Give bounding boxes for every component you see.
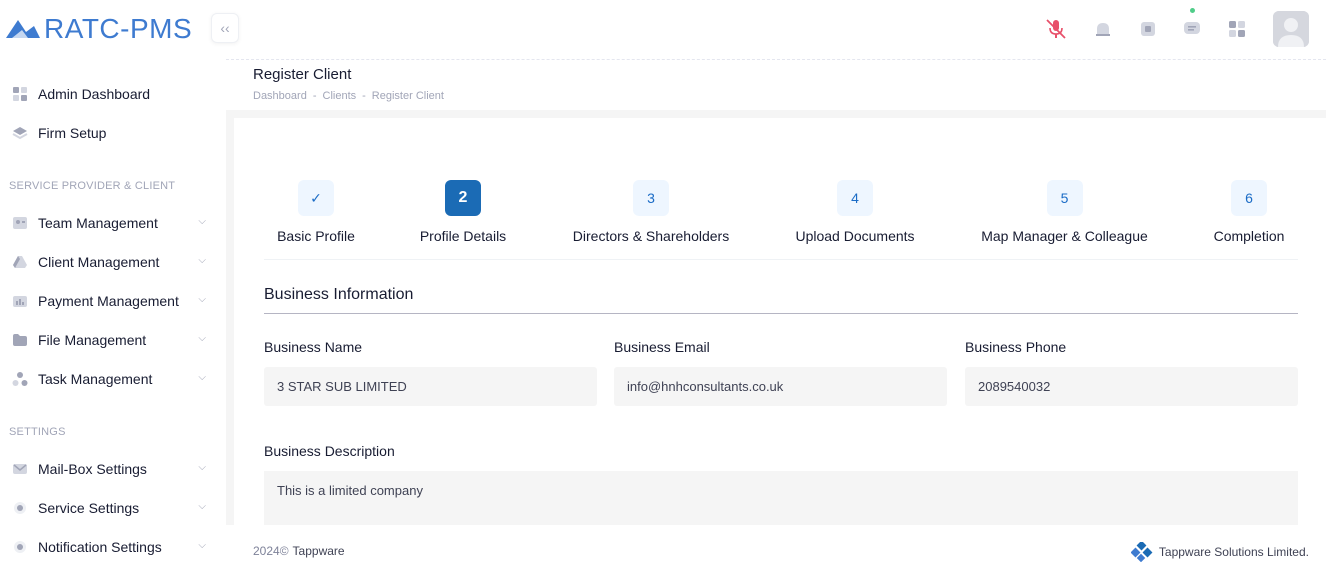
apps-square-icon[interactable] bbox=[1136, 17, 1160, 41]
business-name-label: Business Name bbox=[264, 339, 363, 355]
sidebar-item-label: Mail-Box Settings bbox=[38, 461, 147, 477]
page-title: Register Client bbox=[253, 66, 352, 83]
chevron-down-icon: ⌵ bbox=[198, 333, 206, 344]
section-heading: Business Information bbox=[264, 286, 414, 303]
step-completion[interactable]: 6 Completion bbox=[1211, 180, 1287, 244]
sidebar-item-label: Admin Dashboard bbox=[38, 86, 151, 102]
payment-icon bbox=[12, 293, 28, 309]
step-number: 6 bbox=[1231, 180, 1267, 216]
footer-company[interactable]: Tappware Solutions Limited. bbox=[1130, 542, 1309, 562]
step-number: 2 bbox=[445, 180, 481, 216]
business-description-field[interactable]: This is a limited company bbox=[264, 471, 1298, 525]
sidebar-item-label: Team Management bbox=[38, 215, 158, 231]
section-divider bbox=[264, 313, 1298, 314]
drive-icon bbox=[12, 254, 28, 270]
breadcrumb-separator: - bbox=[362, 90, 366, 102]
sidebar-item-mailbox-settings[interactable]: Mail-Box Settings ⌵ bbox=[12, 457, 212, 481]
business-description-label: Business Description bbox=[264, 443, 395, 459]
team-icon bbox=[12, 215, 28, 231]
sidebar-collapse-button[interactable]: ‹‹ bbox=[211, 13, 239, 43]
sidebar-item-label: Payment Management bbox=[38, 293, 179, 309]
sidebar-item-admin-dashboard[interactable]: Admin Dashboard bbox=[12, 82, 212, 106]
app-title: RATC-PMS bbox=[44, 13, 193, 44]
sidebar-item-payment-management[interactable]: Payment Management ⌵ bbox=[12, 289, 212, 313]
gear-icon bbox=[12, 500, 28, 516]
sidebar-item-label: Firm Setup bbox=[38, 125, 107, 141]
footer-company-name: Tappware Solutions Limited. bbox=[1158, 545, 1309, 559]
grid-icon bbox=[12, 86, 28, 102]
chevron-down-icon: ⌵ bbox=[198, 501, 206, 512]
chevron-down-icon: ⌵ bbox=[198, 462, 206, 473]
sidebar: RATC-PMS Admin Dashboard Firm Setup SERV… bbox=[0, 0, 226, 570]
business-email-field[interactable]: info@hnhconsultants.co.uk bbox=[614, 367, 947, 406]
step-number: ✓ bbox=[298, 180, 334, 216]
alarm-icon[interactable] bbox=[1091, 17, 1115, 41]
online-indicator bbox=[1190, 8, 1195, 13]
chevron-down-icon: ⌵ bbox=[198, 294, 206, 305]
sidebar-item-label: File Management bbox=[38, 332, 147, 348]
logo-icon bbox=[6, 20, 40, 38]
step-label: Basic Profile bbox=[277, 228, 355, 244]
mic-muted-icon[interactable] bbox=[1044, 17, 1068, 41]
chevron-left-icon: ‹‹ bbox=[220, 20, 230, 36]
stepper-divider bbox=[264, 259, 1298, 260]
step-number: 5 bbox=[1046, 180, 1083, 216]
step-label: Upload Documents bbox=[795, 228, 915, 244]
step-label: Profile Details bbox=[419, 228, 507, 244]
breadcrumb-separator: - bbox=[312, 90, 317, 102]
avatar[interactable] bbox=[1273, 11, 1309, 47]
sidebar-item-label: Notification Settings bbox=[38, 539, 162, 555]
top-bar bbox=[226, 0, 1326, 60]
sidebar-item-label: Task Management bbox=[38, 371, 153, 387]
sidebar-item-firm-setup[interactable]: Firm Setup bbox=[12, 121, 212, 145]
grid-menu-icon[interactable] bbox=[1225, 17, 1249, 41]
layers-icon bbox=[12, 125, 28, 141]
sidebar-item-file-management[interactable]: File Management ⌵ bbox=[12, 328, 212, 352]
step-map-manager-colleague[interactable]: 5 Map Manager & Colleague bbox=[979, 180, 1150, 244]
footer: 2024© Tappware Tappware Solutions Limited… bbox=[226, 525, 1326, 570]
folder-icon bbox=[12, 332, 28, 348]
register-client-card bbox=[234, 118, 1326, 525]
chevron-down-icon: ⌵ bbox=[198, 540, 206, 551]
tappware-logo-icon bbox=[1130, 542, 1153, 562]
sidebar-item-client-management[interactable]: Client Management ⌵ bbox=[12, 250, 212, 274]
step-directors-shareholders[interactable]: 3 Directors & Shareholders bbox=[570, 180, 732, 244]
sidebar-item-label: Client Management bbox=[38, 254, 160, 270]
sidebar-section-title: SERVICE PROVIDER & CLIENT bbox=[9, 180, 176, 192]
business-phone-label: Business Phone bbox=[965, 339, 1067, 355]
task-icon bbox=[12, 371, 28, 387]
sidebar-section-title: SETTINGS bbox=[9, 426, 66, 438]
sidebar-item-service-settings[interactable]: Service Settings ⌵ bbox=[12, 496, 212, 520]
chat-icon[interactable] bbox=[1180, 8, 1204, 41]
breadcrumb-item-current: Register Client bbox=[371, 90, 444, 102]
step-label: Completion bbox=[1213, 228, 1285, 244]
sidebar-item-team-management[interactable]: Team Management ⌵ bbox=[12, 211, 212, 235]
step-number: 4 bbox=[837, 180, 873, 216]
business-email-label: Business Email bbox=[614, 339, 710, 355]
footer-copyright: 2024© Tappware bbox=[253, 544, 345, 558]
chevron-down-icon: ⌵ bbox=[198, 372, 206, 383]
breadcrumb: Dashboard - Clients - Register Client bbox=[253, 90, 444, 102]
sidebar-item-label: Service Settings bbox=[38, 500, 140, 516]
footer-brand-link[interactable]: Tappware bbox=[293, 544, 345, 558]
step-label: Directors & Shareholders bbox=[572, 228, 730, 244]
step-basic-profile[interactable]: ✓ Basic Profile bbox=[276, 180, 356, 244]
business-phone-field[interactable]: 2089540032 bbox=[965, 367, 1298, 406]
step-number: 3 bbox=[633, 180, 669, 216]
chevron-down-icon: ⌵ bbox=[198, 255, 206, 266]
sidebar-item-task-management[interactable]: Task Management ⌵ bbox=[12, 367, 212, 391]
app-logo[interactable]: RATC-PMS bbox=[4, 12, 192, 46]
step-profile-details[interactable]: 2 Profile Details bbox=[418, 180, 508, 244]
step-label: Map Manager & Colleague bbox=[981, 228, 1148, 244]
bell-icon bbox=[12, 539, 28, 555]
chevron-down-icon: ⌵ bbox=[198, 216, 206, 227]
sidebar-item-notification-settings[interactable]: Notification Settings ⌵ bbox=[12, 535, 212, 559]
breadcrumb-item-dashboard[interactable]: Dashboard bbox=[253, 90, 307, 102]
breadcrumb-item-clients[interactable]: Clients bbox=[323, 90, 357, 102]
step-upload-documents[interactable]: 4 Upload Documents bbox=[793, 180, 917, 244]
footer-year: 2024© bbox=[253, 544, 289, 558]
mail-icon bbox=[12, 461, 28, 477]
business-name-field[interactable]: 3 STAR SUB LIMITED bbox=[264, 367, 597, 406]
